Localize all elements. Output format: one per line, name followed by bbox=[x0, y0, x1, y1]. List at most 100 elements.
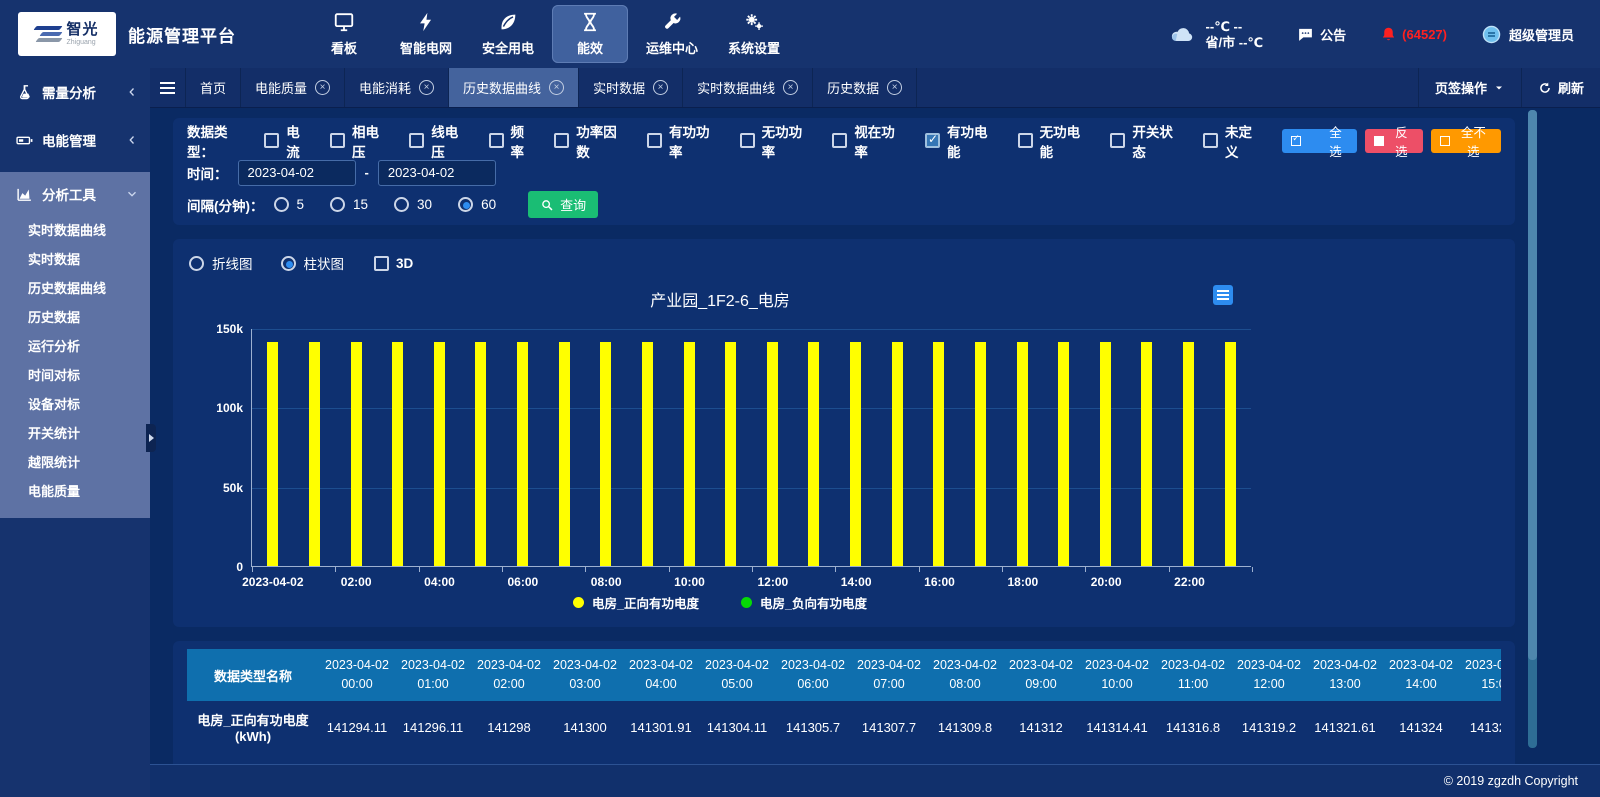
table-cell: 141316.8 bbox=[1155, 701, 1231, 753]
tab-历史数据曲线[interactable]: 历史数据曲线× bbox=[449, 68, 579, 107]
line-chart-radio[interactable]: 折线图 bbox=[189, 253, 253, 273]
column-time: 02:00 bbox=[493, 675, 524, 694]
sidebar-item[interactable]: 运行分析 bbox=[0, 332, 150, 361]
table-cell: 141294.11 bbox=[319, 701, 395, 753]
data-type-checkbox[interactable]: 无功电能 bbox=[1018, 121, 1094, 161]
table-cell: 141298 bbox=[471, 701, 547, 753]
data-type-checkbox[interactable]: 未定义 bbox=[1203, 121, 1265, 161]
tab-电能质量[interactable]: 电能质量× bbox=[241, 68, 345, 107]
time-from-input[interactable] bbox=[238, 160, 356, 186]
close-icon[interactable]: × bbox=[783, 80, 798, 95]
table-column-header: 2023-04-0215:00 bbox=[1459, 649, 1501, 701]
legend-item[interactable]: 电房_正向有功电度 bbox=[573, 593, 699, 612]
close-icon[interactable]: × bbox=[315, 80, 330, 95]
checkbox-icon bbox=[647, 133, 662, 148]
avatar bbox=[1481, 24, 1502, 45]
sidebar-item[interactable]: 越限统计 bbox=[0, 448, 150, 477]
x-axis-tick bbox=[1252, 567, 1253, 572]
data-type-checkbox[interactable]: 功率因数 bbox=[554, 121, 630, 161]
refresh-button[interactable]: 刷新 bbox=[1521, 68, 1600, 107]
sidebar-group-energy-mgmt[interactable]: 电能管理 bbox=[0, 116, 150, 164]
user-menu[interactable]: 超级管理员 bbox=[1481, 24, 1574, 45]
data-type-checkbox[interactable]: 无功功率 bbox=[740, 121, 816, 161]
column-time: 05:00 bbox=[721, 675, 752, 694]
bar-slot bbox=[377, 329, 419, 566]
close-icon[interactable]: × bbox=[419, 80, 434, 95]
nav-item-safe-power[interactable]: 安全用电 bbox=[470, 5, 546, 63]
weather-city: 省/市 --℃ bbox=[1206, 36, 1264, 49]
table-column-header: 2023-04-0200:00 bbox=[319, 649, 395, 701]
sidebar-item[interactable]: 设备对标 bbox=[0, 390, 150, 419]
scrollbar-thumb[interactable] bbox=[1528, 110, 1537, 660]
data-type-checkbox[interactable]: 相电压 bbox=[330, 121, 392, 161]
interval-radio-5[interactable]: 5 bbox=[274, 197, 305, 212]
tab-电能消耗[interactable]: 电能消耗× bbox=[345, 68, 449, 107]
data-type-checkbox[interactable]: 视在功率 bbox=[832, 121, 908, 161]
table-column-header: 2023-04-0206:00 bbox=[775, 649, 851, 701]
interval-radio-15[interactable]: 15 bbox=[330, 197, 368, 212]
checkbox-icon bbox=[374, 256, 389, 271]
column-time: 14:00 bbox=[1405, 675, 1436, 694]
arrow-right-icon bbox=[149, 434, 154, 442]
bar bbox=[392, 342, 403, 566]
data-type-checkbox[interactable]: 有功电能 bbox=[925, 121, 1001, 161]
data-table: 数据类型名称2023-04-0200:002023-04-0201:002023… bbox=[187, 649, 1501, 753]
sidebar-item[interactable]: 电能质量 bbox=[0, 477, 150, 506]
tab-operations-dropdown[interactable]: 页签操作 bbox=[1418, 68, 1521, 107]
tab-实时数据曲线[interactable]: 实时数据曲线× bbox=[683, 68, 813, 107]
nav-item-smart-grid[interactable]: 智能电网 bbox=[388, 5, 464, 63]
close-icon[interactable]: × bbox=[653, 80, 668, 95]
sidebar-collapse-handle[interactable] bbox=[146, 424, 156, 452]
table-cell: 141304.11 bbox=[699, 701, 775, 753]
data-type-checkbox[interactable]: 电流 bbox=[264, 121, 313, 161]
sidebar-item[interactable]: 开关统计 bbox=[0, 419, 150, 448]
bar-slot bbox=[335, 329, 377, 566]
query-button[interactable]: 查询 bbox=[528, 191, 598, 218]
data-type-checkbox[interactable]: 开关状态 bbox=[1110, 121, 1186, 161]
tab-实时数据[interactable]: 实时数据× bbox=[579, 68, 683, 107]
data-type-checkbox-group: 电流相电压线电压频率功率因数有功功率无功功率视在功率有功电能无功电能开关状态未定… bbox=[264, 121, 1282, 161]
bar bbox=[351, 342, 362, 566]
sidebar-item[interactable]: 历史数据 bbox=[0, 303, 150, 332]
bar-slot bbox=[1168, 329, 1210, 566]
time-to-input[interactable] bbox=[378, 160, 496, 186]
radio-label: 15 bbox=[353, 197, 368, 212]
sidebar-item[interactable]: 实时数据曲线 bbox=[0, 216, 150, 245]
sidebar-item[interactable]: 历史数据曲线 bbox=[0, 274, 150, 303]
interval-radio-30[interactable]: 30 bbox=[394, 197, 432, 212]
data-type-checkbox[interactable]: 线电压 bbox=[409, 121, 471, 161]
checkbox-icon bbox=[264, 133, 279, 148]
close-icon[interactable]: × bbox=[549, 80, 564, 95]
data-type-checkbox[interactable]: 频率 bbox=[489, 121, 538, 161]
sidebar-group-demand-analysis[interactable]: 需量分析 bbox=[0, 68, 150, 116]
nav-item-energy-eff[interactable]: 能效 bbox=[552, 5, 628, 63]
chevron-down-icon bbox=[126, 188, 138, 200]
interval-radio-60[interactable]: 60 bbox=[458, 197, 496, 212]
sidebar-item[interactable]: 实时数据 bbox=[0, 245, 150, 274]
bar-chart-radio[interactable]: 柱状图 bbox=[281, 253, 345, 273]
sidebar-group-analysis-tools[interactable]: 分析工具 bbox=[0, 172, 150, 216]
flask-icon bbox=[16, 84, 33, 101]
notice-button[interactable]: 公告 bbox=[1297, 25, 1346, 44]
content-scrollbar[interactable] bbox=[1528, 110, 1537, 748]
tab-bar: 首页电能质量×电能消耗×历史数据曲线×实时数据×实时数据曲线×历史数据× 页签操… bbox=[150, 68, 1600, 108]
data-type-checkbox[interactable]: 有功功率 bbox=[647, 121, 723, 161]
nav-item-ops-center[interactable]: 运维中心 bbox=[634, 5, 710, 63]
close-icon[interactable]: × bbox=[887, 80, 902, 95]
threed-checkbox[interactable]: 3D bbox=[374, 256, 413, 271]
legend-item[interactable]: 电房_负向有功电度 bbox=[741, 593, 867, 612]
nav-item-sys-config[interactable]: 系统设置 bbox=[716, 5, 792, 63]
sidebar-item[interactable]: 时间对标 bbox=[0, 361, 150, 390]
chart-toolbox-icon[interactable] bbox=[1213, 285, 1233, 305]
menu-toggle-button[interactable] bbox=[150, 68, 186, 107]
select-none-button[interactable]: 全不选 bbox=[1431, 129, 1501, 153]
nav-item-dashboard[interactable]: 看板 bbox=[306, 5, 382, 63]
tab-历史数据[interactable]: 历史数据× bbox=[813, 68, 917, 107]
invert-selection-button[interactable]: 反选 bbox=[1365, 129, 1423, 153]
tab-首页[interactable]: 首页 bbox=[186, 68, 241, 107]
alarm-button[interactable]: (64527) bbox=[1380, 26, 1447, 43]
bar-slot bbox=[752, 329, 794, 566]
select-all-button[interactable]: 全选 bbox=[1282, 129, 1357, 153]
chart-plot-area[interactable]: 050k100k150k2023-04-0202:0004:0006:0008:… bbox=[251, 329, 1251, 567]
bar-chart-label: 柱状图 bbox=[304, 253, 345, 273]
